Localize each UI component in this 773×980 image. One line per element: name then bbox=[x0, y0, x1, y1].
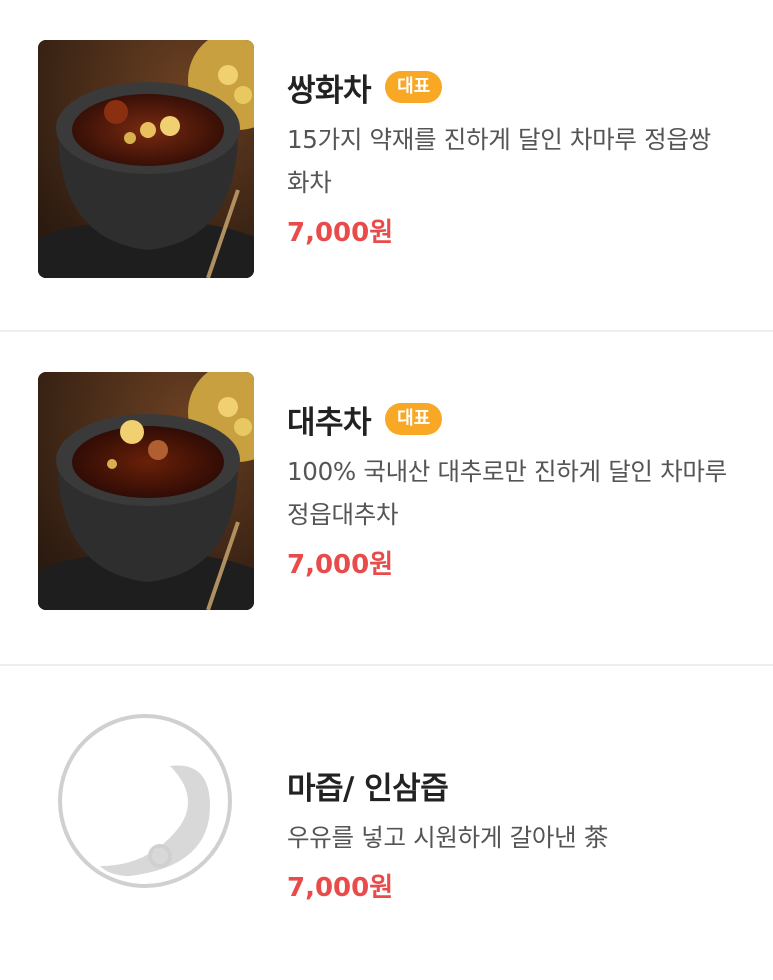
menu-item-description: 15가지 약재를 진하게 달인 차마루 정읍쌍화차 bbox=[287, 125, 711, 197]
menu-list: 쌍화차 대표 15가지 약재를 진하게 달인 차마루 정읍쌍화차 7,000원 bbox=[0, 0, 773, 978]
menu-item-yam-ginseng[interactable]: 마즙/ 인삼즙 우유를 넣고 시원하게 갈아낸 茶 7,000원 bbox=[0, 666, 773, 978]
tea-bowl-icon bbox=[38, 40, 254, 278]
menu-item-price: 7,000원 bbox=[287, 873, 394, 903]
tea-bowl-icon bbox=[38, 372, 254, 610]
menu-item-description: 100% 국내산 대추로만 진하게 달인 차마루 정읍대추차 bbox=[287, 457, 727, 529]
menu-item-photo[interactable] bbox=[50, 706, 240, 896]
menu-item-photo[interactable] bbox=[38, 372, 254, 610]
menu-item-jujube[interactable]: 대추차 대표 100% 국내산 대추로만 진하게 달인 차마루 정읍대추차 7,… bbox=[0, 332, 773, 666]
placeholder-logo-icon bbox=[58, 714, 232, 888]
menu-item-description: 우유를 넣고 시원하게 갈아낸 茶 bbox=[287, 823, 609, 852]
title-row: 대추차 대표 bbox=[287, 396, 733, 442]
title-row: 쌍화차 대표 bbox=[287, 64, 733, 110]
menu-item-info: 쌍화차 대표 15가지 약재를 진하게 달인 차마루 정읍쌍화차 7,000원 bbox=[287, 64, 733, 249]
title-row: 마즙/ 인삼즙 bbox=[287, 762, 733, 808]
menu-item-info: 대추차 대표 100% 국내산 대추로만 진하게 달인 차마루 정읍대추차 7,… bbox=[287, 396, 733, 581]
menu-item-price: 7,000원 bbox=[287, 550, 394, 580]
menu-item-ssanghwa[interactable]: 쌍화차 대표 15가지 약재를 진하게 달인 차마루 정읍쌍화차 7,000원 bbox=[0, 0, 773, 332]
menu-item-title: 마즙/ 인삼즙 bbox=[287, 770, 449, 807]
signature-badge: 대표 bbox=[385, 71, 443, 103]
menu-item-price: 7,000원 bbox=[287, 218, 394, 248]
signature-badge: 대표 bbox=[385, 403, 443, 435]
menu-item-title: 쌍화차 bbox=[287, 72, 372, 109]
menu-item-title: 대추차 bbox=[287, 404, 372, 441]
menu-item-photo[interactable] bbox=[38, 40, 254, 278]
menu-item-info: 마즙/ 인삼즙 우유를 넣고 시원하게 갈아낸 茶 7,000원 bbox=[287, 762, 733, 904]
